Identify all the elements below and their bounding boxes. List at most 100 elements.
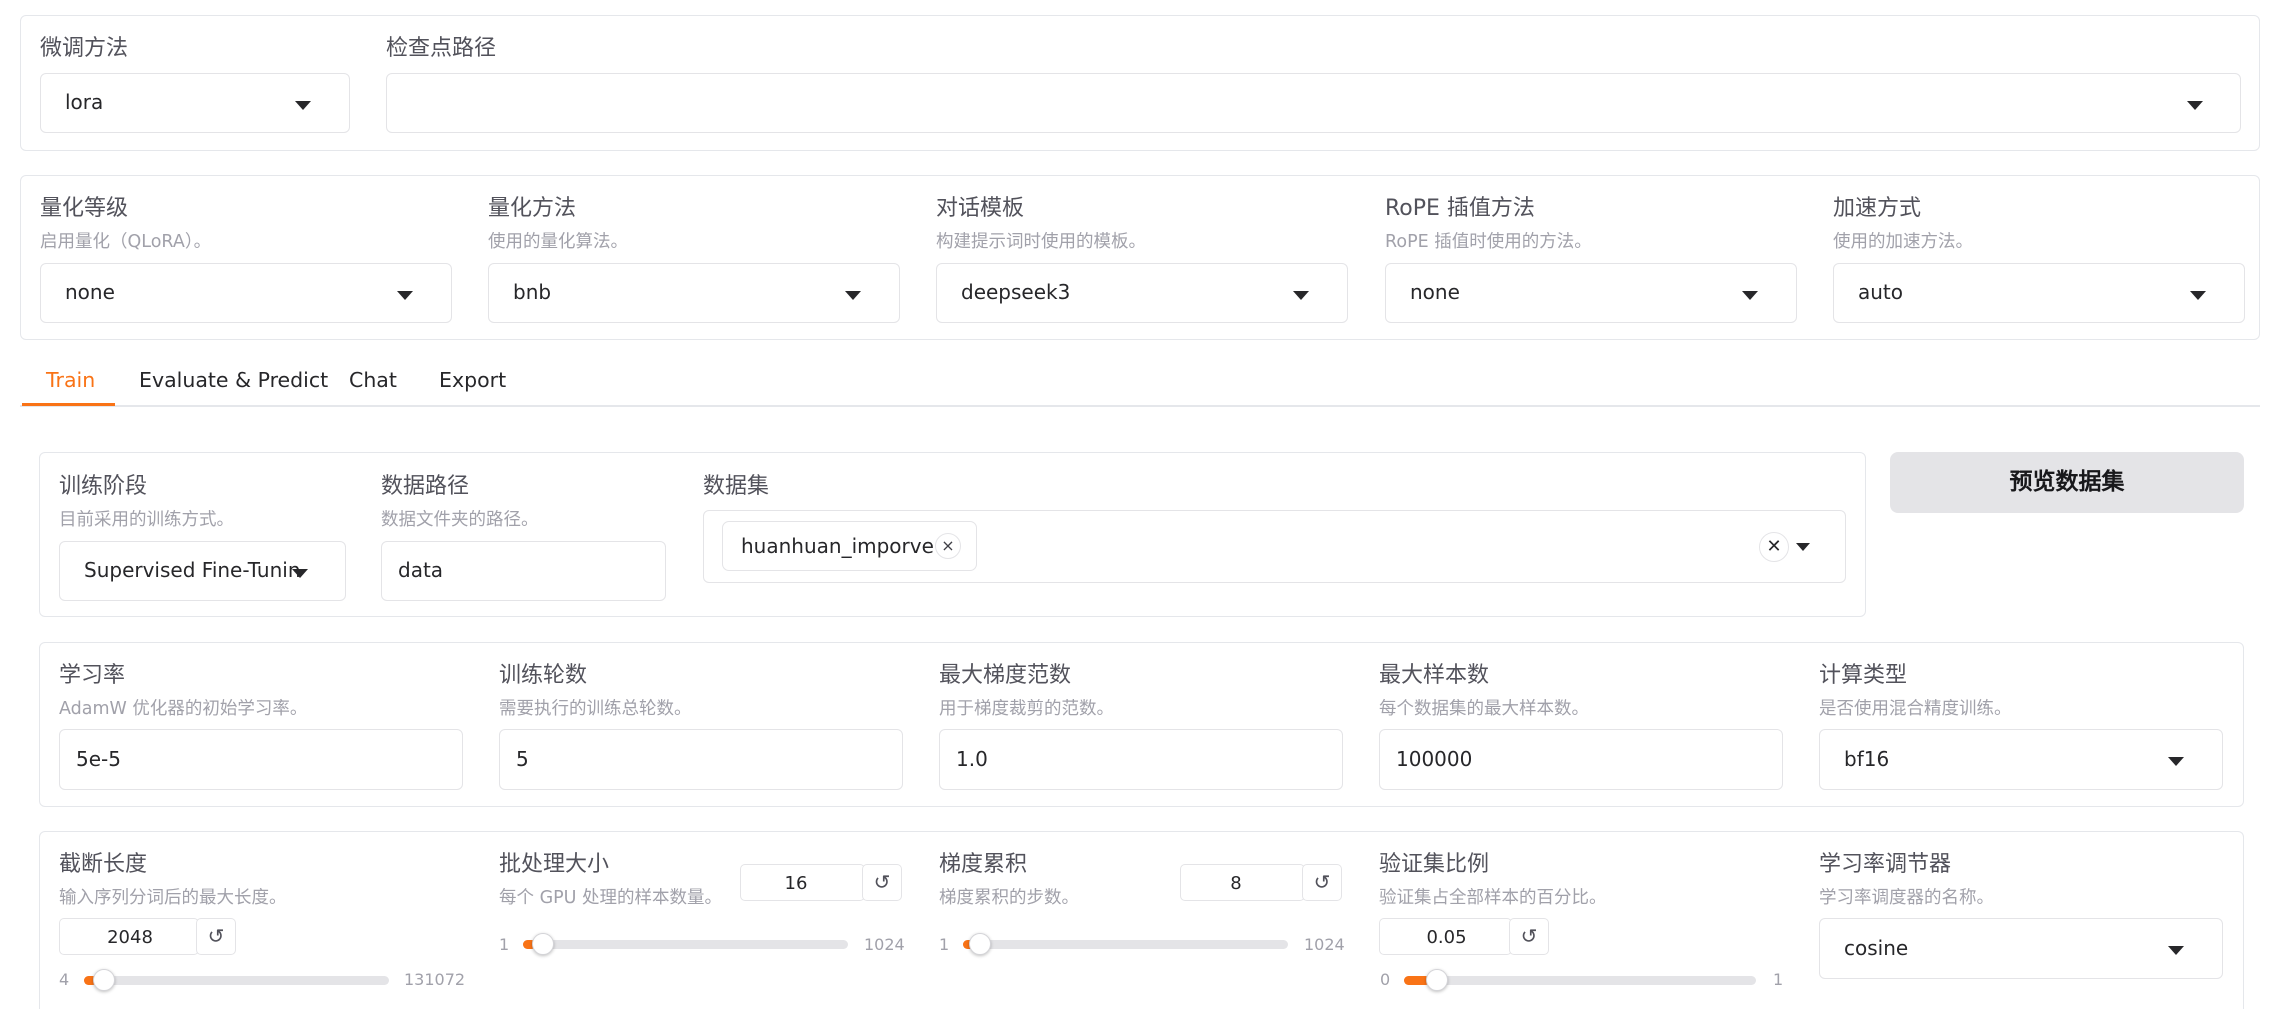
lr-scheduler-dropdown[interactable]: cosine — [1819, 918, 2223, 979]
dataset-dir-label: 数据路径 — [381, 474, 470, 499]
clear-selection-icon[interactable]: ✕ — [1759, 532, 1789, 562]
grad-accum-label: 梯度累积 — [939, 852, 1028, 877]
tab-bar-divider — [20, 405, 2260, 407]
val-size-number-input[interactable]: 0.05 — [1379, 918, 1512, 955]
booster-label: 加速方式 — [1833, 196, 1922, 221]
finetune-method-label: 微调方法 — [40, 36, 129, 61]
max-grad-norm-input[interactable]: 1.0 — [939, 729, 1343, 790]
chevron-down-icon — [2190, 291, 2206, 300]
template-value: deepseek3 — [961, 280, 1071, 304]
val-size-reset-button[interactable]: ↺ — [1509, 918, 1549, 955]
rope-scaling-value: none — [1410, 280, 1460, 304]
val-size-slider-thumb[interactable] — [1425, 969, 1448, 991]
chevron-down-icon — [295, 101, 311, 110]
grad-accum-slider-track[interactable] — [963, 940, 1288, 949]
template-label: 对话模板 — [936, 196, 1025, 221]
tab-chat[interactable]: Chat — [349, 368, 397, 392]
reset-icon: ↺ — [873, 870, 891, 894]
chevron-down-icon — [1796, 543, 1810, 551]
reset-icon: ↺ — [207, 924, 225, 948]
lr-scheduler-value: cosine — [1844, 936, 1909, 960]
template-dropdown[interactable]: deepseek3 — [936, 263, 1348, 323]
tag-remove-icon[interactable]: × — [935, 533, 961, 559]
quant-level-dropdown[interactable]: none — [40, 263, 452, 323]
batch-size-slider-thumb[interactable] — [531, 933, 554, 955]
cutoff-len-slider-track[interactable] — [84, 976, 389, 985]
booster-info: 使用的加速方法。 — [1833, 232, 1973, 252]
dataset-dir-value: data — [398, 558, 444, 582]
checkpoint-path-label: 检查点路径 — [386, 36, 497, 61]
batch-size-info: 每个 GPU 处理的样本数量。 — [499, 888, 723, 908]
template-info: 构建提示词时使用的模板。 — [936, 232, 1146, 252]
preview-dataset-button[interactable]: 预览数据集 — [1890, 452, 2244, 513]
cutoff-len-min: 4 — [59, 970, 70, 989]
chevron-down-icon — [2168, 946, 2184, 955]
chevron-down-icon — [2168, 757, 2184, 766]
epochs-label: 训练轮数 — [499, 663, 588, 688]
checkpoint-path-dropdown[interactable] — [386, 73, 2241, 133]
tab-evaluate-predict[interactable]: Evaluate & Predict — [139, 368, 328, 392]
batch-size-reset-button[interactable]: ↺ — [862, 864, 902, 901]
quant-method-dropdown[interactable]: bnb — [488, 263, 900, 323]
max-grad-norm-value: 1.0 — [956, 747, 988, 771]
cutoff-len-slider-thumb[interactable] — [92, 969, 115, 991]
tab-train[interactable]: Train — [46, 368, 95, 392]
dataset-tag-label: huanhuan_imporve — [741, 534, 934, 558]
compute-type-dropdown[interactable]: bf16 — [1819, 729, 2223, 790]
cutoff-len-value: 2048 — [107, 927, 153, 948]
max-samples-value: 100000 — [1396, 747, 1473, 771]
quant-level-info: 启用量化（QLoRA）。 — [40, 232, 212, 252]
booster-value: auto — [1858, 280, 1904, 304]
batch-size-slider-track[interactable] — [523, 940, 848, 949]
compute-type-value: bf16 — [1844, 747, 1890, 771]
grad-accum-value: 8 — [1230, 873, 1242, 894]
learning-rate-label: 学习率 — [59, 663, 126, 688]
epochs-input[interactable]: 5 — [499, 729, 903, 790]
quant-level-label: 量化等级 — [40, 196, 129, 221]
tab-export[interactable]: Export — [439, 368, 506, 392]
val-size-label: 验证集比例 — [1379, 852, 1490, 877]
chevron-down-icon — [1742, 291, 1758, 300]
reset-icon: ↺ — [1313, 870, 1331, 894]
learning-rate-value: 5e-5 — [76, 747, 121, 771]
val-size-value: 0.05 — [1426, 927, 1467, 948]
cutoff-len-label: 截断长度 — [59, 852, 148, 877]
grad-accum-number-input[interactable]: 8 — [1180, 864, 1305, 901]
booster-dropdown[interactable]: auto — [1833, 263, 2245, 323]
finetune-method-value: lora — [65, 90, 104, 114]
lr-scheduler-info: 学习率调度器的名称。 — [1819, 888, 1994, 908]
compute-type-label: 计算类型 — [1819, 663, 1908, 688]
rope-scaling-dropdown[interactable]: none — [1385, 263, 1797, 323]
max-grad-norm-info: 用于梯度裁剪的范数。 — [939, 699, 1114, 719]
max-samples-input[interactable]: 100000 — [1379, 729, 1783, 790]
grad-accum-max: 1024 — [1304, 935, 1345, 954]
training-stage-dropdown[interactable]: Supervised Fine-Tuning — [59, 541, 346, 601]
dataset-multiselect[interactable]: huanhuan_imporve × ✕ — [703, 510, 1846, 583]
cutoff-len-max: 131072 — [404, 970, 466, 989]
tab-train-underline — [22, 403, 115, 406]
learning-rate-info: AdamW 优化器的初始学习率。 — [59, 699, 308, 719]
cutoff-len-info: 输入序列分词后的最大长度。 — [59, 888, 287, 908]
reset-icon: ↺ — [1520, 924, 1538, 948]
compute-type-info: 是否使用混合精度训练。 — [1819, 699, 2012, 719]
cutoff-len-reset-button[interactable]: ↺ — [196, 918, 236, 955]
finetune-method-dropdown[interactable]: lora — [40, 73, 350, 133]
quant-method-label: 量化方法 — [488, 196, 577, 221]
tag-remove-glyph: × — [941, 536, 955, 555]
val-size-min: 0 — [1380, 970, 1391, 989]
cutoff-len-number-input[interactable]: 2048 — [59, 918, 199, 955]
chevron-down-icon — [292, 569, 308, 578]
epochs-value: 5 — [516, 747, 529, 771]
grad-accum-reset-button[interactable]: ↺ — [1302, 864, 1342, 901]
lr-scheduler-label: 学习率调节器 — [1819, 852, 1952, 877]
grad-accum-info: 梯度累积的步数。 — [939, 888, 1079, 908]
training-stage-value: Supervised Fine-Tuning — [84, 558, 299, 582]
quant-method-value: bnb — [513, 280, 552, 304]
max-samples-label: 最大样本数 — [1379, 663, 1490, 688]
learning-rate-input[interactable]: 5e-5 — [59, 729, 463, 790]
chevron-down-icon — [1293, 291, 1309, 300]
val-size-slider-track[interactable] — [1404, 976, 1756, 985]
preview-dataset-label: 预览数据集 — [2009, 469, 2125, 495]
dataset-dir-input[interactable]: data — [381, 541, 666, 601]
batch-size-number-input[interactable]: 16 — [740, 864, 865, 901]
